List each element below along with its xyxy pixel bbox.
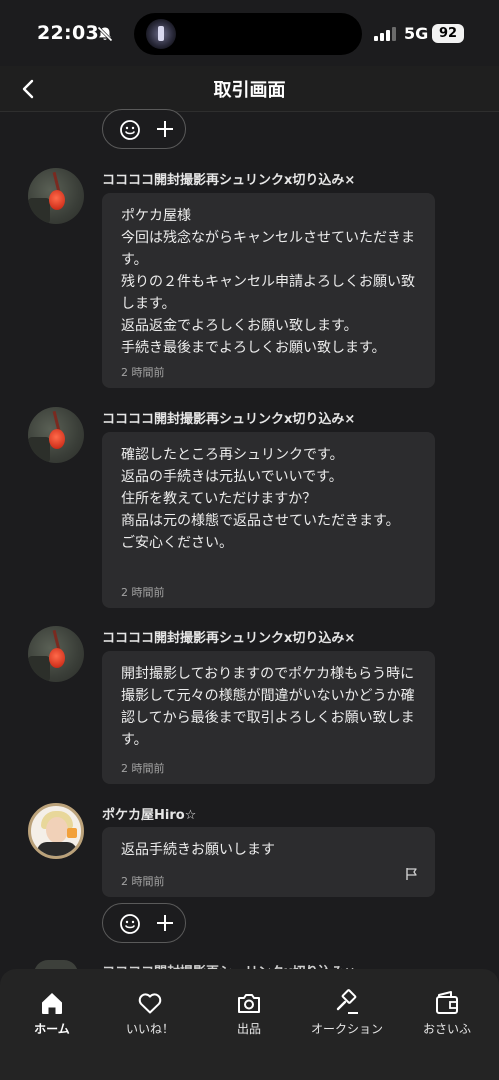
sender-name: ココココ開封撮影再シュリンクx切り込み×	[102, 412, 356, 427]
message-time: 2 時間前	[121, 586, 165, 599]
message-text: 開封撮影しておりますのでポケカ様もらう時に撮影して元々の様態が間違がいないかどう…	[121, 666, 415, 748]
home-icon	[42, 993, 62, 1014]
message-text: 確認したところ再シュリンクです。 返品の手続きは元払いでいいです。 住所を教えて…	[121, 447, 400, 551]
avatar[interactable]	[28, 626, 84, 682]
avatar[interactable]	[28, 168, 84, 224]
status-time: 22:03	[37, 22, 99, 44]
message-time: 2 時間前	[121, 875, 165, 888]
message-time: 2 時間前	[121, 366, 165, 379]
network-type: 5G	[404, 24, 429, 43]
gavel-icon	[336, 989, 358, 1014]
reaction-bar	[102, 109, 186, 149]
avatar[interactable]	[28, 803, 84, 859]
sender-name: ココココ開封撮影再シュリンクx切り込み×	[102, 173, 356, 188]
plus-icon[interactable]	[155, 913, 175, 933]
page-title: 取引画面	[213, 80, 286, 101]
tab-auction[interactable]: オークション	[297, 989, 397, 1039]
plus-icon[interactable]	[155, 119, 175, 139]
nav-bar: 取引画面	[0, 66, 499, 112]
camera-icon	[238, 994, 260, 1013]
message-time: 2 時間前	[121, 762, 165, 775]
bell-muted-icon	[96, 25, 114, 43]
message-bubble: ポケカ屋様 今回は残念ながらキャンセルさせていただきます。 残りの２件もキャンセ…	[102, 193, 435, 388]
tab-label: オークション	[310, 1022, 383, 1036]
dynamic-island	[134, 13, 362, 55]
tab-sell[interactable]: 出品	[199, 989, 299, 1039]
tab-label: おさいふ	[422, 1022, 471, 1036]
tab-likes[interactable]: いいね！	[100, 989, 200, 1039]
message-bubble: 開封撮影しておりますのでポケカ様もらう時に撮影して元々の様態が間違がいないかどう…	[102, 651, 435, 784]
message-text: 返品手続きお願いします	[121, 842, 275, 858]
tab-label: 出品	[236, 1022, 261, 1036]
tab-bar: ホーム いいね！ 出品 オークション おさいふ	[0, 969, 499, 1080]
tab-home[interactable]: ホーム	[2, 989, 102, 1039]
heart-icon	[138, 993, 162, 1014]
wallet-icon	[436, 991, 458, 1014]
battery-indicator: 92	[432, 24, 464, 43]
avatar[interactable]	[28, 407, 84, 463]
add-reaction-icon[interactable]	[119, 913, 141, 935]
flashlight-icon	[146, 19, 176, 49]
sender-name: ポケカ屋Hiro☆	[102, 808, 197, 823]
status-bar: 22:03 5G 92	[0, 0, 499, 66]
report-flag-icon[interactable]	[405, 867, 419, 881]
message-bubble: 確認したところ再シュリンクです。 返品の手続きは元払いでいいです。 住所を教えて…	[102, 432, 435, 608]
tab-label: ホーム	[34, 1022, 70, 1036]
sender-name: ココココ開封撮影再シュリンクx切り込み×	[102, 631, 356, 646]
message-bubble: 返品手続きお願いします 2 時間前	[102, 827, 435, 897]
reaction-bar	[102, 903, 186, 943]
message-text: ポケカ屋様 今回は残念ながらキャンセルさせていただきます。 残りの２件もキャンセ…	[121, 208, 415, 356]
tab-wallet[interactable]: おさいふ	[397, 989, 497, 1039]
tab-label: いいね！	[125, 1022, 174, 1036]
signal-icon	[374, 27, 396, 41]
add-reaction-icon[interactable]	[119, 119, 141, 141]
